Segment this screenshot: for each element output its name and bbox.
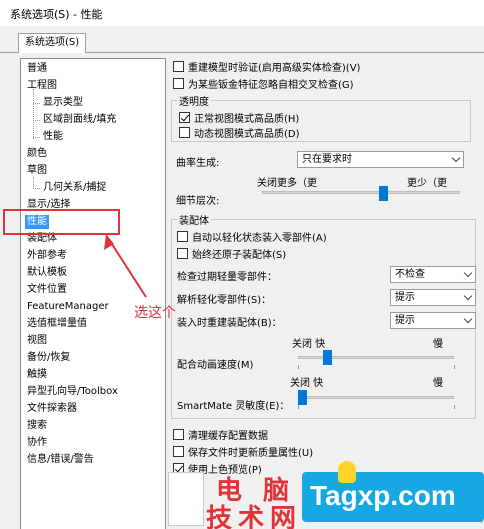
- always-resolve-label: 始终还原子装配体(S): [192, 250, 287, 261]
- detail-slider-thumb[interactable]: [379, 186, 389, 201]
- smartmate-left-label: 关闭 快: [290, 378, 324, 389]
- normal-quality-option[interactable]: 正常视图模式高品质(H): [179, 110, 299, 125]
- tree-item-display-style[interactable]: 显示类型: [43, 96, 83, 110]
- tree-item-sketch[interactable]: 草图: [27, 164, 47, 178]
- chevron-down-icon: [463, 268, 473, 278]
- ignore-self-intersect-label: 为某些钣金特征忽略自相交叉检查(G): [188, 80, 354, 91]
- smartmate-label: SmartMate 灵敏度(E)：: [177, 401, 290, 412]
- dynamic-quality-label: 动态视图模式高品质(D): [194, 129, 300, 140]
- save-mass-checkbox[interactable]: [173, 446, 184, 457]
- check-outdated-value: 不检查: [395, 269, 425, 280]
- save-mass-label: 保存文件时更新质量属性(U): [188, 448, 314, 459]
- tree-item-backup-recover[interactable]: 备份/恢复: [27, 351, 70, 365]
- dynamic-quality-checkbox[interactable]: [179, 127, 190, 138]
- tree-item-default-templates[interactable]: 默认模板: [27, 266, 67, 280]
- ignore-self-intersect-checkbox[interactable]: [173, 78, 184, 89]
- watermark-text-en: Tagxp.com: [310, 480, 456, 511]
- curvature-select-value: 只在要求时: [302, 154, 352, 165]
- save-mass-option[interactable]: 保存文件时更新质量属性(U): [173, 444, 313, 459]
- auto-lightweight-checkbox[interactable]: [177, 231, 188, 242]
- tree-item-area-hatch[interactable]: 区域剖面线/填充: [43, 113, 116, 127]
- tree-item-hole-wizard-toolbox[interactable]: 异型孔向导/Toolbox: [27, 385, 118, 399]
- smartmate-track[interactable]: [298, 396, 454, 399]
- normal-quality-label: 正常视图模式高品质(H): [194, 114, 300, 125]
- chevron-down-icon: [463, 314, 473, 324]
- detail-more-label: 关闭更多（更: [257, 178, 317, 189]
- highlight-box: [3, 209, 120, 235]
- rebuild-verify-option[interactable]: 重建模型时验证(启用高级实体检查)(V): [173, 59, 360, 74]
- tree-item-view[interactable]: 视图: [27, 334, 47, 348]
- tree-item-file-locations[interactable]: 文件位置: [27, 283, 67, 297]
- tree-item-spin-box-increments[interactable]: 选值框增量值: [27, 317, 87, 331]
- detail-level-label: 细节层次:: [176, 196, 220, 207]
- chevron-down-icon: [451, 153, 461, 163]
- normal-quality-checkbox[interactable]: [179, 112, 190, 123]
- resolve-lightweight-label: 解析轻化零部件(S)：: [177, 295, 272, 306]
- options-tree: 普通 工程图 显示类型 区域剖面线/填充 性能 颜色 草图 几何关系/捕捉 显示…: [20, 58, 166, 529]
- assembly-group-title: 装配体: [177, 212, 211, 227]
- animation-speed-left-label: 关闭 快: [292, 339, 326, 350]
- rebuild-on-load-value: 提示: [395, 315, 415, 326]
- purge-cache-option[interactable]: 清理缓存配置数据: [173, 427, 268, 442]
- rebuild-verify-label: 重建模型时验证(启用高级实体检查)(V): [188, 63, 361, 74]
- tree-item-featuremanager[interactable]: FeatureManager: [27, 300, 109, 314]
- animation-speed-label: 配合动画速度(M): [177, 360, 254, 371]
- auto-lightweight-option[interactable]: 自动以轻化状态装入零部件(A): [177, 229, 327, 244]
- tab-system-options[interactable]: 系统选项(S): [18, 33, 87, 53]
- purge-cache-label: 清理缓存配置数据: [188, 431, 268, 442]
- window-title: 系统选项(S) - 性能: [10, 8, 103, 21]
- check-outdated-label: 检查过期轻量零部件：: [177, 272, 277, 283]
- watermark-logo: [168, 472, 204, 526]
- curvature-label: 曲率生成:: [176, 158, 220, 169]
- tree-item-relations-snaps[interactable]: 几何关系/捕捉: [43, 181, 106, 195]
- smartmate-thumb[interactable]: [298, 390, 307, 405]
- tree-item-drawings[interactable]: 工程图: [27, 79, 57, 93]
- animation-speed-thumb[interactable]: [322, 350, 332, 365]
- tree-item-file-explorer[interactable]: 文件探索器: [27, 402, 77, 416]
- transparency-group-title: 透明度: [177, 93, 211, 108]
- tree-item-messages-errors-warnings[interactable]: 信息/错误/警告: [27, 453, 94, 467]
- animation-speed-right-label: 慢: [433, 339, 443, 350]
- tree-item-colors[interactable]: 颜色: [27, 147, 47, 161]
- tree-item-collaboration[interactable]: 协作: [27, 436, 47, 450]
- detail-slider-track[interactable]: [262, 191, 460, 194]
- tree-item-general[interactable]: 普通: [27, 62, 47, 76]
- check-outdated-select[interactable]: 不检查: [390, 266, 476, 283]
- auto-lightweight-label: 自动以轻化状态装入零部件(A): [192, 233, 327, 244]
- purge-cache-checkbox[interactable]: [173, 429, 184, 440]
- tree-item-touch[interactable]: 触摸: [27, 368, 47, 382]
- detail-less-label: 更少（更: [407, 178, 447, 189]
- curvature-select[interactable]: 只在要求时: [297, 151, 464, 168]
- rebuild-verify-checkbox[interactable]: [173, 61, 184, 72]
- rebuild-on-load-label: 装入时重建装配体(B)：: [177, 318, 282, 329]
- animation-speed-track[interactable]: [298, 356, 454, 359]
- resolve-lightweight-select[interactable]: 提示: [390, 289, 476, 306]
- annotation-text: 选这个: [134, 305, 176, 321]
- tree-item-drawing-performance[interactable]: 性能: [43, 130, 63, 144]
- chevron-down-icon: [463, 291, 473, 301]
- rebuild-on-load-select[interactable]: 提示: [390, 312, 476, 329]
- watermark-text-cn-2: 技术网: [206, 504, 303, 529]
- tree-item-external-references[interactable]: 外部参考: [27, 249, 67, 263]
- ignore-self-intersect-option[interactable]: 为某些钣金特征忽略自相交叉检查(G): [173, 76, 354, 91]
- resolve-lightweight-value: 提示: [395, 292, 415, 303]
- dynamic-quality-option[interactable]: 动态视图模式高品质(D): [179, 125, 300, 140]
- tree-item-search[interactable]: 搜索: [27, 419, 47, 433]
- always-resolve-option[interactable]: 始终还原子装配体(S): [177, 246, 286, 261]
- smartmate-right-label: 慢: [433, 378, 443, 389]
- always-resolve-checkbox[interactable]: [177, 248, 188, 259]
